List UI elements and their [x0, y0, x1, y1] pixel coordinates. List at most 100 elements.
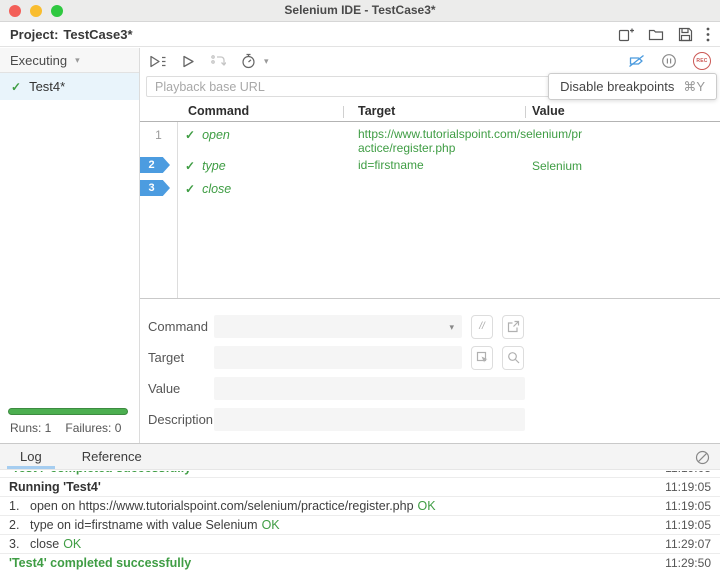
project-name: TestCase3* [63, 27, 133, 42]
log-text: Running 'Test4' [9, 480, 101, 494]
zoom-window-button[interactable] [51, 5, 63, 17]
toolbar-left: ▾ [149, 53, 269, 69]
tests-filter-dropdown[interactable]: Executing ▾ [0, 48, 139, 73]
comment-slashes-icon: // [479, 321, 485, 332]
save-project-icon[interactable] [678, 27, 693, 42]
target-field-row: Target [140, 345, 720, 370]
log-step-number: 1. [9, 499, 20, 513]
run-stats: Runs: 1 Failures: 0 [10, 421, 121, 435]
log-step-number: 2. [9, 518, 20, 532]
test-name: Test4* [29, 79, 66, 94]
search-target-button[interactable] [502, 345, 524, 370]
breakpoint-flag[interactable]: 2 [140, 157, 170, 173]
log-panel: Log Reference 'Test4' completed successf… [0, 443, 720, 571]
value-field-label: Value [148, 381, 181, 396]
chevron-down-icon: ▾ [264, 55, 269, 66]
log-timestamp: 11:19:05 [665, 518, 711, 532]
log-text: 'Test4' completed successfully [9, 471, 191, 475]
clear-log-icon[interactable] [695, 450, 710, 465]
column-header-value: Value [532, 104, 565, 118]
toggle-comment-button[interactable]: // [471, 314, 493, 339]
playback-toolbar: ▾ REC [140, 48, 720, 74]
run-all-tests-icon[interactable] [149, 54, 167, 69]
command-cell: ✓ type [185, 159, 226, 173]
selenium-ide-window: Selenium IDE - TestCase3* Project: TestC… [0, 0, 720, 571]
passed-check-icon: ✓ [11, 79, 22, 94]
log-timestamp: 11:29:50 [665, 556, 711, 570]
passed-check-icon: ✓ [185, 128, 196, 142]
log-text: type on id=firstname with value Selenium [30, 518, 258, 532]
minimize-window-button[interactable] [30, 5, 42, 17]
log-entry: 'Test4' completed successfully 11:19:05 [0, 471, 720, 478]
command-select-input[interactable] [214, 315, 462, 338]
command-select[interactable]: ▾ [214, 315, 462, 338]
record-button[interactable]: REC [693, 52, 711, 70]
log-panel-tabs: Log Reference [0, 444, 720, 470]
log-status-ok: OK [261, 518, 280, 532]
log-entry: 1. open on https://www.tutorialspoint.co… [0, 497, 720, 516]
column-divider [525, 106, 526, 118]
toolbar-right: REC [628, 52, 711, 70]
column-header-target: Target [358, 104, 396, 118]
row-number[interactable]: 1 [140, 128, 177, 142]
table-row[interactable]: 2 ✓ type id=firstname Selenium [140, 153, 720, 176]
commands-table: 1 ✓ open https://www.tutorialspoint.com/s… [140, 122, 720, 299]
command-field-row: Command ▾ // [140, 314, 720, 339]
command-cell: ✓ open [185, 128, 230, 142]
column-divider [343, 106, 344, 118]
test-editor-panel: ▾ REC Disable breakpoints ⌘Y [140, 48, 720, 443]
table-row[interactable]: 3 ✓ close [140, 176, 720, 199]
tests-filter-label: Executing [10, 52, 68, 68]
log-entry: Running 'Test4' 11:19:05 [0, 478, 720, 497]
menu-kebab-icon[interactable] [706, 27, 710, 42]
pause-on-exceptions-icon[interactable] [661, 53, 677, 69]
chevron-down-icon: ▾ [75, 54, 80, 65]
open-project-icon[interactable] [648, 27, 665, 42]
column-header-command: Command [188, 104, 250, 118]
tab-reference[interactable]: Reference [68, 444, 156, 469]
run-current-test-icon[interactable] [182, 54, 195, 69]
tests-sidebar: Executing ▾ ✓ Test4* Runs: 1 Failures: 0 [0, 48, 140, 443]
project-title: Project: TestCase3* [10, 27, 133, 42]
tooltip-shortcut: ⌘Y [683, 78, 705, 94]
runs-count: Runs: 1 [10, 421, 52, 435]
project-label: Project: [10, 27, 59, 42]
log-list: 'Test4' completed successfully 11:19:05 … [0, 471, 720, 571]
log-status-ok: OK [63, 537, 82, 551]
command-field-label: Command [148, 319, 208, 334]
log-timestamp: 11:19:05 [665, 480, 711, 494]
new-project-icon[interactable] [618, 27, 635, 43]
log-step-number: 3. [9, 537, 20, 551]
test-speed-icon[interactable]: ▾ [241, 53, 269, 69]
log-entry: 'Test4' completed successfully 11:29:50 [0, 554, 720, 571]
breakpoint-flag[interactable]: 3 [140, 180, 170, 196]
disable-breakpoints-tooltip: Disable breakpoints ⌘Y [548, 73, 717, 100]
log-text: close [30, 537, 60, 551]
target-input[interactable] [214, 346, 462, 369]
log-timestamp: 11:29:07 [665, 537, 711, 551]
log-text: 'Test4' completed successfully [9, 556, 192, 570]
sidebar-item-test4[interactable]: ✓ Test4* [0, 73, 139, 100]
select-element-button[interactable] [471, 345, 493, 370]
log-entry: 2. type on id=firstname with value Selen… [0, 516, 720, 535]
disable-breakpoints-icon[interactable] [628, 53, 645, 69]
description-field-label: Description [148, 412, 214, 427]
window-controls [9, 5, 63, 17]
titlebar: Selenium IDE - TestCase3* [0, 0, 720, 22]
table-row[interactable]: 1 ✓ open https://www.tutorialspoint.com/s… [140, 122, 720, 154]
log-text: open on https://www.tutorialspoint.com/s… [30, 499, 414, 513]
target-field-label: Target [148, 350, 185, 365]
step-over-icon[interactable] [210, 54, 226, 69]
close-window-button[interactable] [9, 5, 21, 17]
log-entry: 3. close OK 11:29:07 [0, 535, 720, 554]
tab-log[interactable]: Log [6, 444, 56, 469]
value-input[interactable] [214, 377, 525, 400]
description-field-row: Description [140, 408, 720, 431]
tooltip-text: Disable breakpoints [560, 79, 675, 94]
chevron-down-icon: ▾ [449, 322, 454, 332]
step-editor-form: Command ▾ // Target Value Description [140, 314, 720, 439]
description-input[interactable] [214, 408, 525, 431]
open-in-new-window-button[interactable] [502, 314, 524, 339]
log-status-ok: OK [417, 499, 436, 513]
log-timestamp: 11:19:05 [665, 471, 711, 475]
